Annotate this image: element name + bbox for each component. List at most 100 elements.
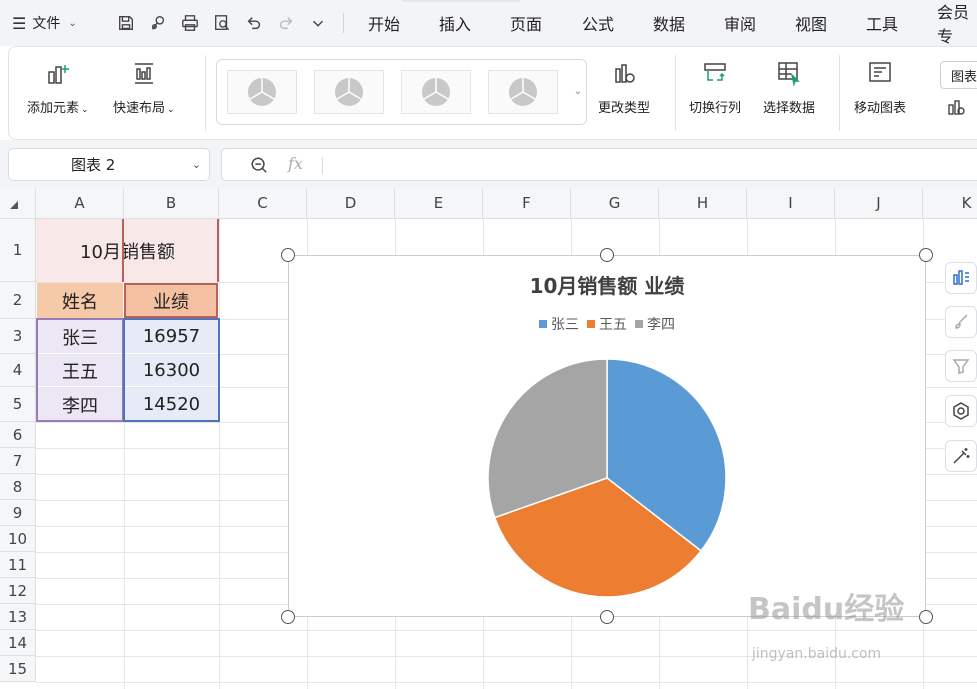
quick-layout-button[interactable]: 快速布局 ⌄ [113, 59, 175, 116]
fx-icon[interactable]: fx [288, 154, 303, 173]
legend-label: 王五 [599, 317, 627, 333]
tab-page[interactable]: 页面 [510, 0, 542, 46]
column-header[interactable]: I [747, 188, 835, 219]
column-header[interactable]: C [219, 188, 307, 219]
divider [343, 13, 344, 33]
formula-input[interactable]: fx [221, 148, 977, 181]
pie-plot [487, 358, 727, 598]
legend-swatch [587, 320, 595, 328]
settings-hexagon-icon [953, 402, 969, 420]
row-header[interactable]: 9 [0, 500, 36, 526]
chart-elements-icon [953, 270, 969, 285]
save-icon[interactable] [113, 0, 139, 46]
cell-header-score[interactable]: 业绩 [124, 283, 218, 318]
chevron-down-icon[interactable]: ⌄ [192, 158, 201, 171]
select-all-corner[interactable] [0, 188, 36, 219]
column-header[interactable]: A [36, 188, 124, 219]
tab-view[interactable]: 视图 [795, 0, 827, 46]
baidu-watermark-logo: Baidu经验 [748, 592, 905, 627]
chart-style-button[interactable] [945, 306, 977, 338]
row-header[interactable]: 15 [0, 656, 36, 682]
zoom-icon[interactable] [250, 156, 268, 174]
resize-handle[interactable] [919, 610, 933, 624]
switch-row-col-icon [704, 63, 726, 81]
pie-chart[interactable]: 10月销售额 业绩 张三 王五 李四 [288, 255, 926, 617]
name-box[interactable]: 图表 2 ⌄ [8, 148, 210, 181]
chart-style-option[interactable] [401, 70, 471, 114]
column-header[interactable]: J [835, 188, 923, 219]
row-header[interactable]: 12 [0, 578, 36, 604]
chart-element-select[interactable]: 图表 [940, 61, 977, 89]
chevron-down-icon: ⌄ [81, 105, 89, 115]
column-header[interactable]: F [483, 188, 571, 219]
column-header[interactable]: B [124, 188, 219, 219]
row-header[interactable]: 7 [0, 448, 36, 474]
magic-wand-icon [953, 448, 970, 464]
resize-handle[interactable] [919, 248, 933, 262]
column-header[interactable]: H [659, 188, 747, 219]
redo-icon[interactable] [273, 0, 299, 46]
more-chevron-icon[interactable] [305, 0, 331, 46]
baidu-watermark-url: jingyan.baidu.com [752, 646, 882, 662]
row-header[interactable]: 6 [0, 422, 36, 448]
row-header[interactable]: 14 [0, 630, 36, 656]
legend-label: 张三 [551, 317, 579, 333]
resize-handle[interactable] [600, 248, 614, 262]
row-header[interactable]: 8 [0, 474, 36, 500]
chart-title[interactable]: 10月销售额 业绩 [289, 270, 925, 299]
legend-swatch [635, 320, 643, 328]
switch-row-col-label: 切换行列 [689, 101, 742, 116]
format-painter-icon[interactable] [145, 0, 171, 46]
tab-home[interactable]: 开始 [368, 0, 400, 46]
column-header[interactable]: D [307, 188, 395, 219]
row-header[interactable]: 10 [0, 526, 36, 552]
resize-handle[interactable] [600, 610, 614, 624]
undo-icon[interactable] [241, 0, 267, 46]
add-element-icon [48, 65, 69, 84]
row-header[interactable]: 3 [0, 319, 36, 354]
row-header[interactable]: 13 [0, 604, 36, 630]
column-header[interactable]: G [571, 188, 659, 219]
print-icon[interactable] [177, 0, 203, 46]
row-header[interactable]: 1 [0, 219, 36, 282]
chart-legend[interactable]: 张三 王五 李四 [289, 314, 925, 334]
column-header[interactable]: E [395, 188, 483, 219]
chart-extra-button[interactable] [946, 97, 966, 117]
column-header[interactable]: K [923, 188, 977, 219]
legend-swatch [539, 320, 547, 328]
print-preview-icon[interactable] [209, 0, 235, 46]
row-header[interactable]: 2 [0, 282, 36, 319]
file-menu[interactable]: ☰ 文件 ⌄ [12, 0, 77, 46]
chart-style-option[interactable] [488, 70, 558, 114]
chart-elements-button[interactable] [945, 262, 977, 294]
chart-magic-button[interactable] [945, 440, 977, 472]
tab-formula[interactable]: 公式 [582, 0, 614, 46]
resize-handle[interactable] [281, 610, 295, 624]
chart-settings-button[interactable] [945, 395, 977, 427]
tab-insert[interactable]: 插入 [439, 0, 471, 46]
cell-header-name[interactable]: 姓名 [37, 283, 123, 318]
tab-data[interactable]: 数据 [653, 0, 685, 46]
gallery-expand-icon[interactable]: ⌄ [574, 86, 582, 97]
change-type-button[interactable]: 更改类型 [598, 59, 650, 116]
add-element-button[interactable]: 添加元素 ⌄ [27, 59, 89, 116]
divider [205, 55, 206, 131]
select-data-button[interactable]: 选择数据 [763, 59, 815, 116]
row-header[interactable]: 5 [0, 387, 36, 422]
cell-title[interactable]: 10月销售额 [36, 219, 219, 282]
chart-filter-button[interactable] [945, 350, 977, 382]
chart-style-option[interactable] [227, 70, 297, 114]
row-header[interactable]: 4 [0, 354, 36, 387]
filter-icon [952, 359, 970, 374]
chart-style-option[interactable] [314, 70, 384, 114]
resize-handle[interactable] [281, 248, 295, 262]
file-menu-label: 文件 [32, 16, 61, 32]
tab-review[interactable]: 审阅 [724, 0, 756, 46]
tab-member[interactable]: 会员专 [937, 0, 977, 46]
quick-layout-icon [134, 63, 153, 84]
row-header[interactable]: 11 [0, 552, 36, 578]
divider [839, 55, 840, 131]
move-chart-button[interactable]: 移动图表 [854, 59, 906, 116]
tab-tools[interactable]: 工具 [866, 0, 898, 46]
switch-row-col-button[interactable]: 切换行列 [689, 59, 741, 116]
